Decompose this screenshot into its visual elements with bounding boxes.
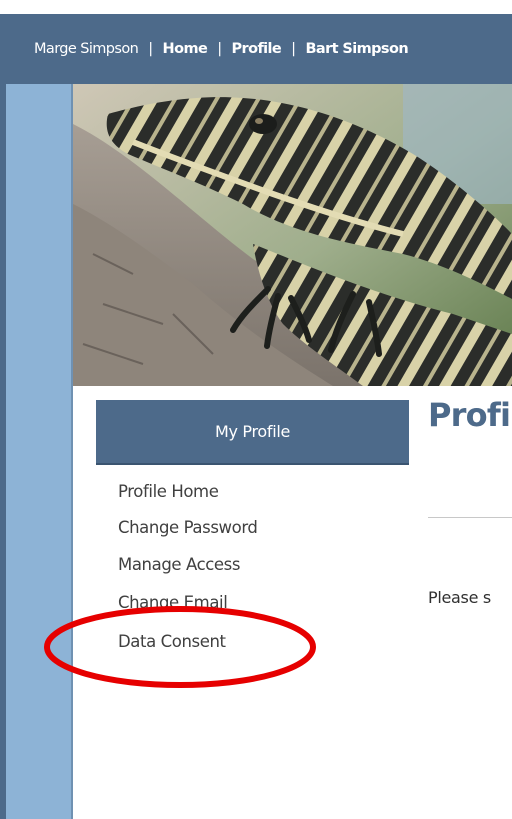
- sidebar-item-manage-access[interactable]: Manage Access: [118, 555, 240, 574]
- page-title: Profi: [428, 396, 511, 434]
- nav-link-profile[interactable]: Profile: [232, 41, 282, 57]
- left-stripe-edge: [0, 84, 6, 819]
- nav-separator: |: [291, 41, 296, 57]
- body-text: Please s: [428, 588, 491, 607]
- lizard-illustration: [73, 84, 512, 386]
- sidebar-item-profile-home[interactable]: Profile Home: [118, 482, 219, 501]
- left-stripe: [0, 84, 73, 819]
- nav-separator: |: [148, 41, 153, 57]
- top-bar: Marge Simpson | Home | Profile | Bart Si…: [0, 14, 512, 84]
- banner-image: [73, 84, 512, 386]
- sidebar-header: My Profile: [96, 400, 409, 465]
- user-name[interactable]: Marge Simpson: [34, 41, 139, 57]
- sidebar-item-change-email[interactable]: Change Email: [118, 593, 228, 612]
- top-nav: Marge Simpson | Home | Profile | Bart Si…: [34, 41, 409, 57]
- nav-link-home[interactable]: Home: [163, 41, 208, 57]
- nav-separator: |: [217, 41, 222, 57]
- nav-link-bart-simpson[interactable]: Bart Simpson: [305, 41, 408, 57]
- sidebar-item-change-password[interactable]: Change Password: [118, 518, 258, 537]
- sidebar-item-data-consent[interactable]: Data Consent: [118, 632, 226, 651]
- heading-divider: [428, 517, 512, 518]
